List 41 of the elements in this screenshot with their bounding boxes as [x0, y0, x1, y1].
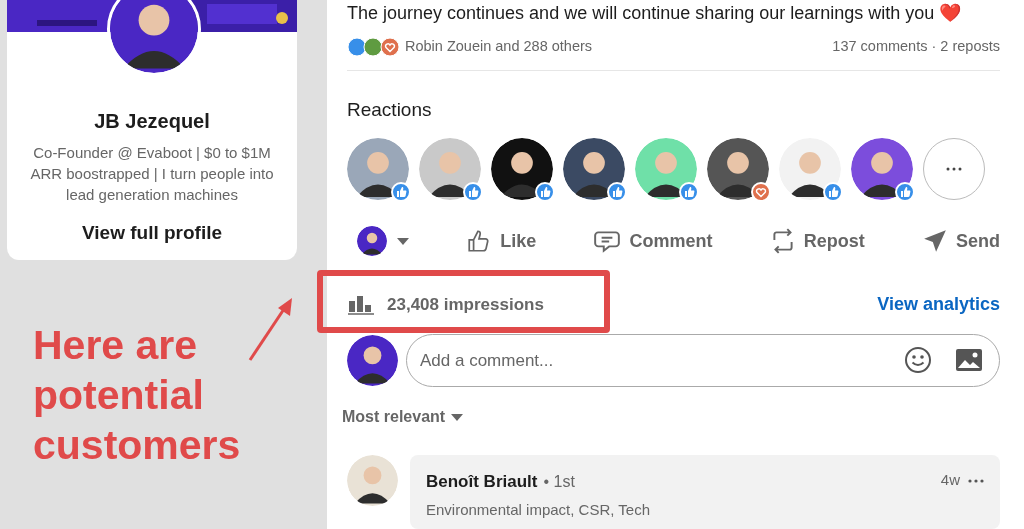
avatar: [347, 335, 398, 387]
avatar: [357, 226, 387, 257]
view-profile-link[interactable]: View full profile: [81, 219, 223, 248]
more-icon: [946, 167, 962, 172]
caret-icon: [451, 413, 464, 421]
send-button[interactable]: Send: [921, 227, 1000, 255]
connection-degree: • 1st: [543, 472, 575, 492]
annotation-text: Here are potential customers: [33, 321, 242, 470]
avatar: [491, 138, 553, 201]
avatar: [563, 138, 625, 201]
reactions-summary[interactable]: Robin Zouein and 288 others: [405, 36, 593, 58]
profile-name: JB Jezequel: [94, 109, 210, 134]
avatar: [347, 455, 398, 507]
reactions-heading: Reactions: [347, 97, 433, 122]
profile-headline: Co-Founder @ Evaboot | $0 to $1M ARR boostrapped | I turn people into lead generation machines: [29, 143, 275, 205]
avatar: [851, 138, 913, 201]
avatar: [707, 138, 769, 201]
like-button[interactable]: Like: [466, 227, 537, 255]
post-stats[interactable]: 137 comments · 2 reposts: [832, 36, 1000, 58]
comment-field[interactable]: Add a comment...: [406, 334, 1000, 388]
emoji-icon[interactable]: [904, 346, 932, 375]
avatar: [347, 138, 409, 201]
view-analytics-link[interactable]: View analytics: [877, 291, 1000, 319]
comment-author[interactable]: Benoît Briault: [426, 469, 538, 495]
avatar: [419, 138, 481, 201]
avatar: [635, 138, 697, 201]
speech-bubble-icon: [593, 228, 622, 255]
post-text: The journey continues and we will continue sharing our learnings with you ❤: [347, 2, 963, 25]
image-icon[interactable]: [956, 349, 982, 372]
repost-button[interactable]: Repost: [769, 227, 865, 256]
more-icon[interactable]: [968, 478, 984, 483]
caret-icon: [397, 237, 409, 245]
reaction-identity-button[interactable]: [357, 226, 409, 257]
avatar: [779, 138, 841, 201]
comment-time: 4w: [940, 470, 960, 491]
impressions-count: 23,408 impressions: [387, 294, 544, 316]
comment-author-headline: Environmental impact, CSR, Tech: [426, 499, 651, 520]
sort-dropdown[interactable]: Most relevant: [342, 405, 464, 430]
comment-button[interactable]: Comment: [593, 227, 713, 255]
reaction-icons: [347, 36, 401, 57]
bar-chart-icon: [347, 294, 375, 315]
